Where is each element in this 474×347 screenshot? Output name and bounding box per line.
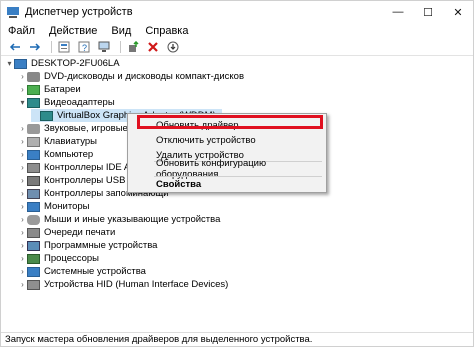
tree-item-mice[interactable]: › Мыши и иные указывающие устройства xyxy=(18,213,220,226)
chevron-down-icon[interactable]: ▾ xyxy=(5,57,14,70)
close-button[interactable]: ✕ xyxy=(443,1,473,23)
tree-item-label: Программные устройства xyxy=(44,240,158,251)
minimize-button[interactable]: — xyxy=(383,1,413,23)
tree-item-label: Процессоры xyxy=(44,253,100,264)
tree-item-computer[interactable]: › Компьютер xyxy=(18,148,93,161)
chevron-right-icon[interactable]: › xyxy=(18,122,27,135)
chevron-right-icon[interactable]: › xyxy=(18,174,27,187)
menu-file[interactable]: Файл xyxy=(1,25,42,37)
computer-icon xyxy=(27,149,40,160)
tree-root-label: DESKTOP-2FU06LA xyxy=(31,58,120,69)
tree-item-software-devices[interactable]: › Программные устройства xyxy=(18,239,157,252)
tree-item-label: Компьютер xyxy=(44,149,94,160)
help-icon[interactable]: ? xyxy=(76,40,92,54)
back-arrow-icon[interactable] xyxy=(7,40,23,54)
tree-item-batteries[interactable]: › Батареи xyxy=(18,83,81,96)
chevron-right-icon[interactable]: › xyxy=(18,278,27,291)
tree-item-hid[interactable]: › Устройства HID (Human Interface Device… xyxy=(18,278,228,291)
tree-item-system-devices[interactable]: › Системные устройства xyxy=(18,265,146,278)
chevron-right-icon[interactable]: › xyxy=(18,135,27,148)
processor-icon xyxy=(27,253,40,264)
tree-item-label: Мыши и иные указывающие устройства xyxy=(44,214,221,225)
toolbar: ? xyxy=(1,39,473,56)
tree-item-label: Мониторы xyxy=(44,201,90,212)
menu-action[interactable]: Действие xyxy=(42,25,104,37)
tree-item-label: DVD-дисководы и дисководы компакт-дисков xyxy=(44,71,244,82)
scan-hardware-icon[interactable] xyxy=(96,40,112,54)
chevron-right-icon[interactable]: › xyxy=(18,265,27,278)
menu-disable-device[interactable]: Отключить устройство xyxy=(128,133,326,147)
chevron-right-icon[interactable]: › xyxy=(18,187,27,200)
storage-controller-icon xyxy=(27,188,40,199)
toolbar-divider xyxy=(51,41,52,53)
printer-icon xyxy=(27,227,40,238)
software-device-icon xyxy=(27,240,40,251)
update-driver-icon[interactable] xyxy=(125,40,141,54)
maximize-button[interactable]: ☐ xyxy=(413,1,443,23)
device-tree: ▾ DESKTOP-2FU06LA › DVD-дисководы и диск… xyxy=(1,57,473,329)
status-text: Запуск мастера обновления драйверов для … xyxy=(5,334,313,345)
tree-item-label: Очереди печати xyxy=(44,227,116,238)
keyboard-icon xyxy=(27,136,40,147)
tree-root[interactable]: ▾ DESKTOP-2FU06LA xyxy=(5,57,120,70)
display-adapter-icon xyxy=(40,110,53,121)
chevron-right-icon[interactable]: › xyxy=(18,200,27,213)
tree-item-label: Устройства HID (Human Interface Devices) xyxy=(44,279,229,290)
tree-item-processors[interactable]: › Процессоры xyxy=(18,252,99,265)
tree-item-keyboards[interactable]: › Клавиатуры xyxy=(18,135,97,148)
chevron-right-icon[interactable]: › xyxy=(18,83,27,96)
title-bar: Диспетчер устройств — ☐ ✕ xyxy=(1,1,473,23)
menu-properties[interactable]: Свойства xyxy=(128,177,326,191)
tree-item-label: Контроллеры USB xyxy=(44,175,126,186)
dvd-drive-icon xyxy=(27,71,40,82)
window-title: Диспетчер устройств xyxy=(25,6,133,18)
speaker-icon xyxy=(27,123,40,134)
chevron-right-icon[interactable]: › xyxy=(18,161,27,174)
svg-text:?: ? xyxy=(82,43,87,53)
tree-item-label: Батареи xyxy=(44,84,81,95)
battery-icon xyxy=(27,84,40,95)
chevron-right-icon[interactable]: › xyxy=(18,70,27,83)
chevron-right-icon[interactable]: › xyxy=(18,148,27,161)
chevron-right-icon[interactable]: › xyxy=(18,252,27,265)
tree-item-print-queues[interactable]: › Очереди печати xyxy=(18,226,115,239)
toolbar-divider xyxy=(120,41,121,53)
status-bar: Запуск мастера обновления драйверов для … xyxy=(1,332,473,346)
menu-bar: Файл Действие Вид Справка xyxy=(1,23,473,39)
mouse-icon xyxy=(27,214,40,225)
chevron-down-icon[interactable]: ▾ xyxy=(18,96,27,109)
monitor-icon xyxy=(27,201,40,212)
hid-icon xyxy=(27,279,40,290)
menu-help[interactable]: Справка xyxy=(138,25,195,37)
ide-controller-icon xyxy=(27,162,40,173)
menu-view[interactable]: Вид xyxy=(104,25,138,37)
update-driver-highlight xyxy=(137,115,323,129)
tree-item-dvd[interactable]: › DVD-дисководы и дисководы компакт-диск… xyxy=(18,70,244,83)
tree-item-label: Системные устройства xyxy=(44,266,146,277)
device-manager-icon xyxy=(6,6,20,18)
tree-item-monitors[interactable]: › Мониторы xyxy=(18,200,90,213)
tree-item-label: Видеоадаптеры xyxy=(44,97,115,108)
download-icon[interactable] xyxy=(165,40,181,54)
computer-icon xyxy=(14,58,27,69)
chevron-right-icon[interactable]: › xyxy=(18,239,27,252)
system-device-icon xyxy=(27,266,40,277)
properties-icon[interactable] xyxy=(56,40,72,54)
usb-icon xyxy=(27,175,40,186)
uninstall-icon[interactable] xyxy=(145,40,161,54)
tree-item-usb[interactable]: › Контроллеры USB xyxy=(18,174,125,187)
chevron-right-icon[interactable]: › xyxy=(18,213,27,226)
chevron-right-icon[interactable]: › xyxy=(18,226,27,239)
menu-scan-hardware[interactable]: Обновить конфигурацию оборудования xyxy=(128,158,326,180)
forward-arrow-icon[interactable] xyxy=(27,40,43,54)
tree-item-label: Клавиатуры xyxy=(44,136,98,147)
display-adapter-icon xyxy=(27,97,40,108)
tree-item-display-adapters[interactable]: ▾ Видеоадаптеры xyxy=(18,96,115,109)
